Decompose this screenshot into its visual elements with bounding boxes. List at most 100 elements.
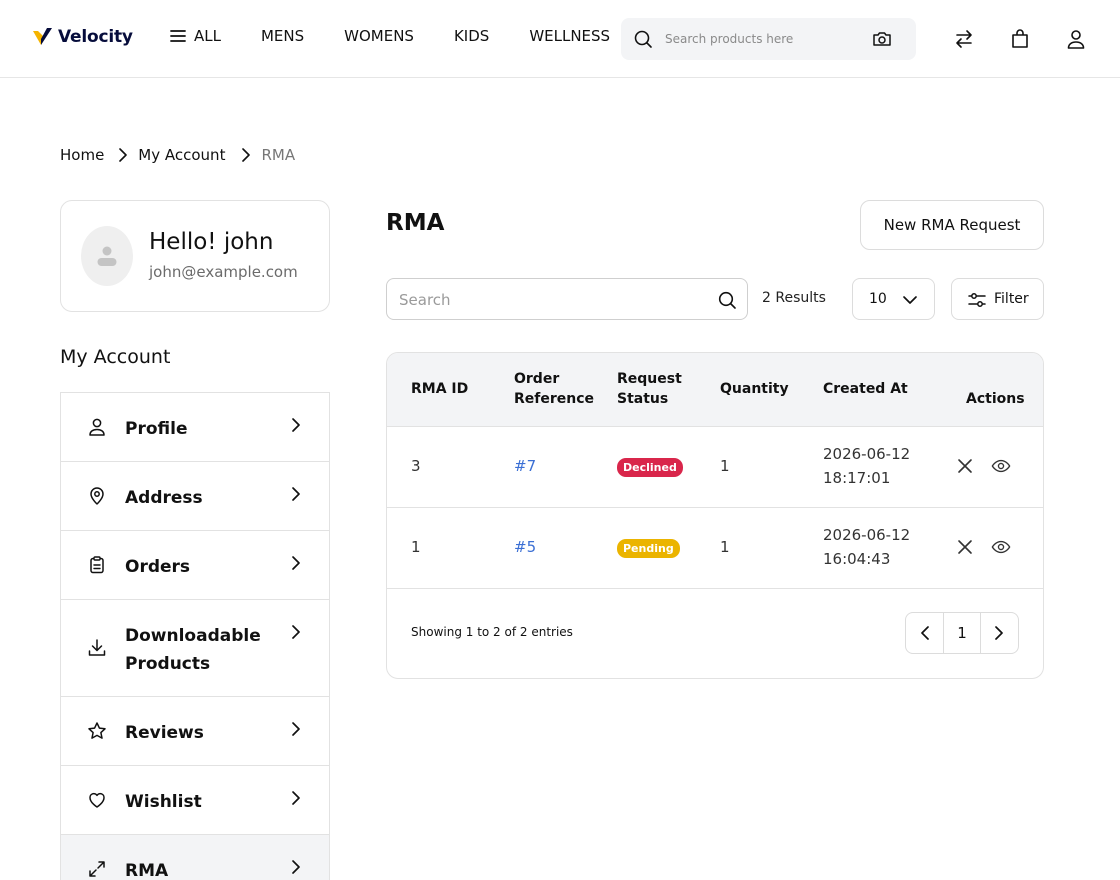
sidebar-item-label: Wishlist — [125, 792, 202, 812]
product-search-input[interactable] — [665, 28, 865, 50]
sidebar-item-profile[interactable]: Profile — [61, 393, 329, 462]
camera-search-icon[interactable] — [872, 29, 892, 49]
user-email: john@example.com — [149, 263, 298, 281]
nav-item-mens[interactable]: MENS — [261, 27, 304, 45]
site-header: Velocity ALL MENS WOMENS KIDS WELLNESS — [0, 0, 1120, 78]
cell-quantity: 1 — [720, 457, 730, 475]
view-eye-icon[interactable] — [991, 537, 1011, 557]
brand-logo[interactable]: Velocity — [32, 26, 133, 48]
sidebar-item-rma[interactable]: RMA — [61, 835, 329, 880]
column-header-created-at: Created At — [823, 381, 908, 397]
column-header-order-reference: Order Reference — [514, 371, 595, 407]
clipboard-icon — [90, 556, 104, 574]
cell-rma-id: 1 — [411, 538, 421, 556]
results-count: 2 Results — [762, 290, 826, 306]
avatar — [81, 226, 133, 286]
sidebar-item-label: Reviews — [125, 723, 204, 743]
view-eye-icon[interactable] — [991, 456, 1011, 476]
table-header: RMA ID Order Reference Request Status Qu… — [387, 353, 1043, 427]
chevron-right-icon — [292, 487, 300, 501]
chevron-right-icon — [241, 148, 251, 162]
chevron-right-icon — [292, 625, 300, 639]
rma-table: RMA ID Order Reference Request Status Qu… — [386, 352, 1044, 679]
per-page-value: 10 — [869, 291, 887, 307]
chevron-right-icon — [292, 791, 300, 805]
sliders-icon — [968, 293, 986, 307]
column-header-request-status: Request Status — [617, 371, 682, 407]
pagination: 1 — [905, 612, 1019, 654]
account-menu: Profile Address Orders Downloadable Prod… — [60, 392, 330, 880]
per-page-select[interactable]: 10 — [852, 278, 935, 320]
cart-bag-icon[interactable] — [1009, 28, 1031, 50]
table-row: 3 #7 Declined 1 2026-06-12 18:17:01 — [387, 427, 1043, 508]
sidebar-item-label: Downloadable Products — [125, 626, 261, 674]
breadcrumb-current: RMA — [261, 146, 296, 164]
column-header-rma-id: RMA ID — [411, 381, 469, 397]
chevron-down-icon — [903, 296, 917, 304]
product-search — [621, 18, 916, 60]
breadcrumb-my-account[interactable]: My Account — [138, 146, 225, 164]
sidebar-title: My Account — [60, 346, 171, 368]
sidebar-item-label: Orders — [125, 557, 191, 577]
status-badge: Declined — [617, 458, 683, 477]
status-badge: Pending — [617, 539, 680, 558]
compare-icon[interactable] — [953, 28, 975, 50]
chevron-right-icon — [118, 148, 128, 162]
sidebar-item-label: Address — [125, 488, 203, 508]
nav-item-womens[interactable]: WOMENS — [344, 27, 414, 45]
new-rma-request-button[interactable]: New RMA Request — [860, 200, 1044, 250]
nav-item-all[interactable]: ALL — [170, 27, 221, 45]
main-nav: ALL MENS WOMENS KIDS WELLNESS — [170, 27, 610, 45]
search-icon — [634, 30, 652, 48]
cell-order-reference-link[interactable]: #5 — [514, 535, 536, 559]
chevron-right-icon — [292, 418, 300, 432]
nav-item-kids[interactable]: KIDS — [454, 27, 489, 45]
cancel-rma-icon[interactable] — [955, 456, 975, 476]
account-user-icon[interactable] — [1065, 28, 1087, 50]
cell-rma-id: 3 — [411, 457, 421, 475]
search-icon[interactable] — [717, 290, 737, 310]
download-icon — [88, 639, 106, 656]
star-icon — [88, 722, 106, 739]
filter-button[interactable]: Filter — [951, 278, 1044, 320]
column-header-quantity: Quantity — [720, 381, 789, 397]
profile-card: Hello! john john@example.com — [60, 200, 330, 312]
cancel-rma-icon[interactable] — [955, 537, 975, 557]
table-row: 1 #5 Pending 1 2026-06-12 16:04:43 — [387, 508, 1043, 589]
greeting: Hello! john — [149, 229, 274, 255]
nav-label: WELLNESS — [529, 27, 611, 45]
velocity-logo-icon — [33, 28, 52, 45]
swap-icon — [89, 861, 105, 877]
nav-item-wellness[interactable]: WELLNESS — [529, 27, 610, 45]
cell-created-at: 2026-06-12 18:17:01 — [823, 445, 911, 487]
breadcrumb-home[interactable]: Home — [60, 146, 104, 164]
breadcrumb: Home My Account RMA — [60, 146, 295, 164]
nav-label: ALL — [194, 27, 221, 45]
sidebar-item-reviews[interactable]: Reviews — [61, 697, 329, 766]
nav-label: MENS — [260, 27, 305, 45]
cell-quantity: 1 — [720, 538, 730, 556]
sidebar-item-orders[interactable]: Orders — [61, 531, 329, 600]
chevron-right-icon — [292, 556, 300, 570]
user-placeholder-icon — [97, 246, 117, 266]
next-page-button[interactable] — [981, 613, 1018, 653]
column-header-actions: Actions — [966, 391, 1025, 407]
sidebar-item-label: RMA — [125, 861, 169, 880]
page-number-button[interactable]: 1 — [943, 613, 981, 653]
nav-label: KIDS — [453, 27, 490, 45]
heart-icon — [89, 792, 105, 808]
cell-created-at: 2026-06-12 16:04:43 — [823, 526, 911, 568]
hamburger-menu-icon — [170, 30, 186, 42]
sidebar-item-wishlist[interactable]: Wishlist — [61, 766, 329, 835]
cell-order-reference-link[interactable]: #7 — [514, 454, 536, 478]
brand-name: Velocity — [58, 27, 133, 47]
page-title: RMA — [386, 210, 445, 236]
sidebar-item-address[interactable]: Address — [61, 462, 329, 531]
location-pin-icon — [90, 487, 104, 505]
chevron-right-icon — [292, 722, 300, 736]
sidebar-item-label: Profile — [125, 419, 188, 439]
sidebar-item-downloadable-products[interactable]: Downloadable Products — [61, 600, 329, 697]
rma-search-input[interactable] — [399, 289, 699, 311]
previous-page-button[interactable] — [906, 613, 943, 653]
filter-label: Filter — [994, 291, 1029, 307]
